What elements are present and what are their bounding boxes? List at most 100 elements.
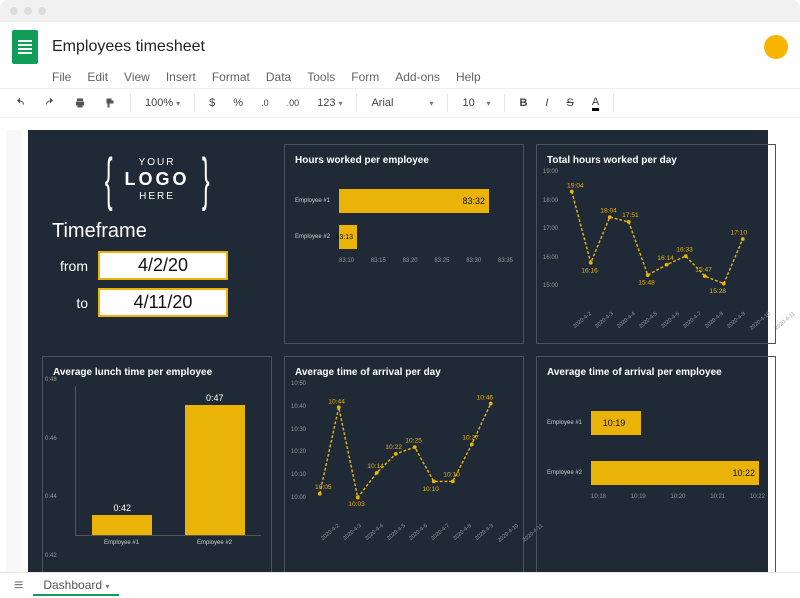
svg-text:10:25: 10:25 [405, 437, 422, 444]
x-axis: 2020-4-22020-4-32020-4-42020-4-52020-4-6… [567, 311, 765, 317]
x-axis: 2020-4-22020-4-32020-4-42020-4-52020-4-6… [315, 523, 513, 529]
y-axis: 0:480:46 0:440:42 [45, 377, 63, 559]
sheet-tab-bar: ≡ Dashboard ▾ [0, 572, 800, 598]
logo-text-mid: LOGO [125, 169, 190, 189]
menu-bar: File Edit View Insert Format Data Tools … [0, 66, 800, 88]
undo-button[interactable] [10, 95, 30, 111]
strike-button[interactable]: S [562, 95, 577, 111]
print-button[interactable] [70, 95, 90, 111]
decrease-decimal-button[interactable]: .0 [257, 96, 273, 110]
bold-button[interactable]: B [515, 95, 531, 111]
svg-text:10:10: 10:10 [422, 486, 439, 493]
currency-button[interactable]: $ [205, 95, 219, 111]
svg-text:10:10: 10:10 [443, 472, 460, 479]
window-dot [24, 7, 32, 15]
from-date-input[interactable] [98, 251, 228, 280]
chart-total-per-day[interactable]: Total hours worked per day 19:0018:00 17… [536, 144, 776, 344]
italic-button[interactable]: I [541, 95, 552, 111]
bar-value: 0:47 [185, 393, 245, 403]
bar-value: 0:42 [92, 503, 152, 513]
menu-addons[interactable]: Add-ons [395, 70, 440, 84]
bar-category: Employee #1 [295, 198, 339, 204]
chart-avg-arrival-employee[interactable]: Average time of arrival per employee Emp… [536, 356, 776, 572]
svg-text:10:44: 10:44 [328, 399, 345, 406]
svg-text:16:16: 16:16 [581, 267, 598, 274]
y-axis: 19:0018:00 17:0016:00 15:00 [543, 169, 563, 289]
menu-data[interactable]: Data [266, 70, 291, 84]
increase-decimal-button[interactable]: .00 [283, 96, 304, 110]
chart-hours-per-employee[interactable]: Hours worked per employee Employee #1 83… [284, 144, 524, 344]
svg-text:15:47: 15:47 [695, 266, 712, 273]
timeframe-heading: Timeframe [52, 220, 262, 243]
all-sheets-button[interactable]: ≡ [14, 577, 23, 595]
menu-edit[interactable]: Edit [87, 70, 108, 84]
x-axis: 83:1083:15 83:2083:25 83:3083:35 [339, 258, 513, 264]
chart-title: Average lunch time per employee [53, 367, 261, 378]
chart-avg-arrival-day[interactable]: Average time of arrival per day 10:5010:… [284, 356, 524, 572]
from-label: from [52, 258, 88, 274]
svg-text:15:28: 15:28 [710, 288, 727, 295]
svg-text:10:14: 10:14 [367, 463, 384, 470]
window-dot [38, 7, 46, 15]
to-date-input[interactable] [98, 288, 228, 317]
bar-category: Employee #1 [104, 540, 139, 546]
percent-button[interactable]: % [229, 95, 247, 111]
browser-chrome [0, 0, 800, 22]
document-title[interactable]: Employees timesheet [52, 38, 205, 56]
svg-text:19:04: 19:04 [567, 183, 584, 190]
zoom-selector[interactable]: 100%▾ [141, 95, 184, 111]
paint-format-button[interactable] [100, 95, 120, 111]
bar-value: 10:19 [603, 418, 626, 428]
x-axis: 10:1810:19 10:2010:21 10:22 [591, 494, 765, 500]
svg-text:15:48: 15:48 [638, 280, 655, 287]
chart-avg-lunch[interactable]: Average lunch time per employee 0:480:46… [42, 356, 272, 572]
font-size-selector[interactable]: 10▾ [458, 95, 494, 111]
logo-text-top: YOUR [125, 157, 190, 169]
menu-help[interactable]: Help [456, 70, 481, 84]
logo-text-bot: HERE [125, 191, 190, 203]
svg-text:17:51: 17:51 [622, 212, 639, 219]
y-axis: 10:5010:40 10:3010:20 10:1010:00 [291, 381, 311, 501]
menu-view[interactable]: View [124, 70, 150, 84]
chart-title: Hours worked per employee [295, 155, 513, 166]
logo-placeholder: { YOUR LOGO HERE } [77, 150, 237, 210]
sheet-tab-label: Dashboard [43, 578, 102, 592]
format-preset-selector[interactable]: 123▾ [313, 95, 346, 111]
bar-category: Employee #2 [197, 540, 232, 546]
sheet-tab-menu-icon[interactable]: ▾ [105, 582, 109, 591]
row-gutter [6, 130, 22, 572]
to-label: to [52, 295, 88, 311]
line-plot: 19:04 16:16 18:04 17:51 15:48 16:14 16:3… [567, 174, 757, 304]
menu-file[interactable]: File [52, 70, 71, 84]
chart-title: Average time of arrival per employee [547, 367, 765, 378]
redo-button[interactable] [40, 95, 60, 111]
menu-tools[interactable]: Tools [307, 70, 335, 84]
user-avatar[interactable] [764, 35, 788, 59]
sheet-tab-active[interactable]: Dashboard ▾ [33, 576, 119, 596]
menu-format[interactable]: Format [212, 70, 250, 84]
svg-text:10:46: 10:46 [477, 395, 494, 402]
svg-text:10:05: 10:05 [315, 484, 332, 491]
svg-text:18:04: 18:04 [600, 207, 617, 214]
window-dot [10, 7, 18, 15]
menu-form[interactable]: Form [351, 70, 379, 84]
bar-value: 10:22 [732, 468, 755, 478]
dashboard: { YOUR LOGO HERE } Timeframe from to [28, 130, 768, 572]
sheets-logo-icon[interactable] [12, 30, 38, 64]
text-color-button[interactable]: A [588, 94, 603, 113]
bar-value: 83:13 [339, 225, 357, 249]
timeframe-panel: { YOUR LOGO HERE } Timeframe from to [42, 144, 272, 344]
line-plot: 10:05 10:44 10:03 10:14 10:22 10:25 10:1… [315, 386, 505, 516]
bar-value: 83:32 [462, 196, 485, 206]
menu-insert[interactable]: Insert [166, 70, 196, 84]
svg-text:10:27: 10:27 [462, 435, 479, 442]
chart-title: Total hours worked per day [547, 155, 765, 166]
svg-text:16:33: 16:33 [676, 246, 693, 253]
bar-category: Employee #2 [295, 234, 339, 240]
sheet-canvas[interactable]: { YOUR LOGO HERE } Timeframe from to [0, 118, 800, 572]
font-selector[interactable]: Arial▾ [367, 95, 437, 111]
chart-title: Average time of arrival per day [295, 367, 513, 378]
svg-text:10:22: 10:22 [385, 444, 402, 451]
svg-text:10:03: 10:03 [348, 501, 365, 508]
bar-category: Employee #2 [547, 470, 591, 476]
